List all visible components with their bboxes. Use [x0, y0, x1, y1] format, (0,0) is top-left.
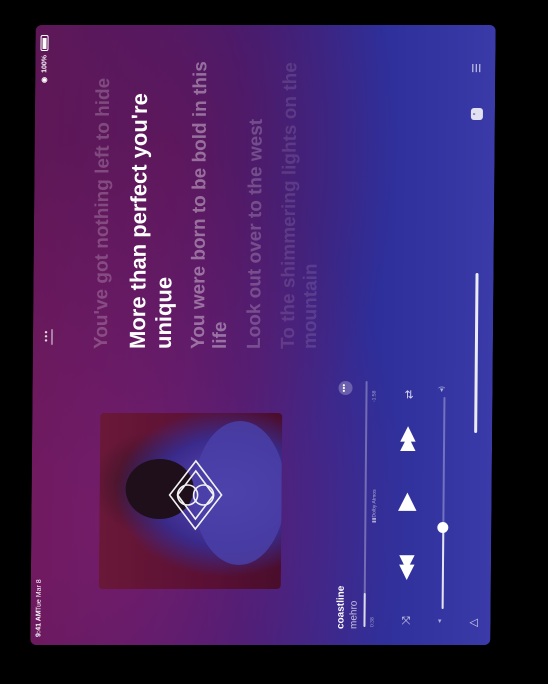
lyric-line-upcoming[interactable]: Look out over to the west: [244, 49, 269, 349]
dolby-atmos-label: Dolby Atmos: [371, 489, 378, 518]
lyric-line-current[interactable]: More than perfect you're unique: [125, 49, 179, 349]
volume-fill: [441, 528, 445, 609]
battery-icon: [40, 35, 49, 51]
status-date: Tue Mar 8: [35, 579, 43, 611]
time-elapsed: 0:38: [369, 617, 376, 627]
volume-control: ◂ ◂): [432, 359, 454, 645]
album-artwork: [98, 413, 283, 589]
lyric-line-next[interactable]: You were born to be bold in this life: [188, 49, 235, 349]
lyrics-icon[interactable]: ”: [470, 108, 483, 120]
queue-icon[interactable]: ☰: [470, 63, 483, 73]
status-time: 9:41 AM: [35, 610, 43, 637]
playback-scrubber[interactable]: [363, 381, 368, 627]
ipad-screen: 9:41 AM Tue Mar 8 ◉ 100% ••• coastline m…: [30, 25, 496, 645]
repeat-icon[interactable]: ⇄: [402, 390, 415, 399]
volume-low-icon: ◂: [436, 619, 444, 623]
now-playing-view: 9:41 AM Tue Mar 8 ◉ 100% ••• coastline m…: [30, 25, 495, 645]
status-indicators: ◉ 100%: [40, 35, 49, 84]
lyrics-panel: You've got nothing left to hide More tha…: [91, 49, 337, 349]
sheet-grabber[interactable]: [50, 329, 54, 345]
dolby-atmos-badge: ▮▮Dolby Atmos: [371, 489, 378, 523]
time-remaining: -1:58: [371, 390, 378, 402]
airplay-icon[interactable]: △: [466, 619, 479, 627]
forward-icon[interactable]: ▶▶: [394, 432, 419, 451]
artwork-emblem-icon: [125, 421, 283, 565]
volume-high-icon: ◂): [438, 386, 446, 392]
wifi-icon: ◉: [41, 76, 49, 84]
volume-knob[interactable]: [437, 522, 449, 534]
play-icon[interactable]: ▶: [391, 493, 420, 511]
lyric-line-past[interactable]: You've got nothing left to hide: [91, 49, 116, 349]
song-title[interactable]: coastline: [335, 586, 346, 629]
more-button[interactable]: •••: [338, 381, 353, 395]
battery-percent: 100%: [40, 55, 48, 73]
lyric-line-upcoming[interactable]: To the shimmering lights on the mountain: [278, 49, 325, 349]
playback-controls: ⤨ ◀◀ ▶ ▶▶ ⇄: [390, 359, 422, 645]
backward-icon[interactable]: ◀◀: [393, 561, 418, 580]
volume-slider[interactable]: [441, 397, 446, 609]
playback-progress-fill: [363, 592, 366, 627]
artist-name[interactable]: mehro: [348, 586, 359, 629]
shuffle-icon[interactable]: ⤨: [400, 616, 413, 625]
ellipsis-icon: •••: [339, 383, 349, 393]
multitasking-dots[interactable]: •••: [41, 330, 51, 342]
song-info: coastline mehro: [335, 586, 359, 629]
